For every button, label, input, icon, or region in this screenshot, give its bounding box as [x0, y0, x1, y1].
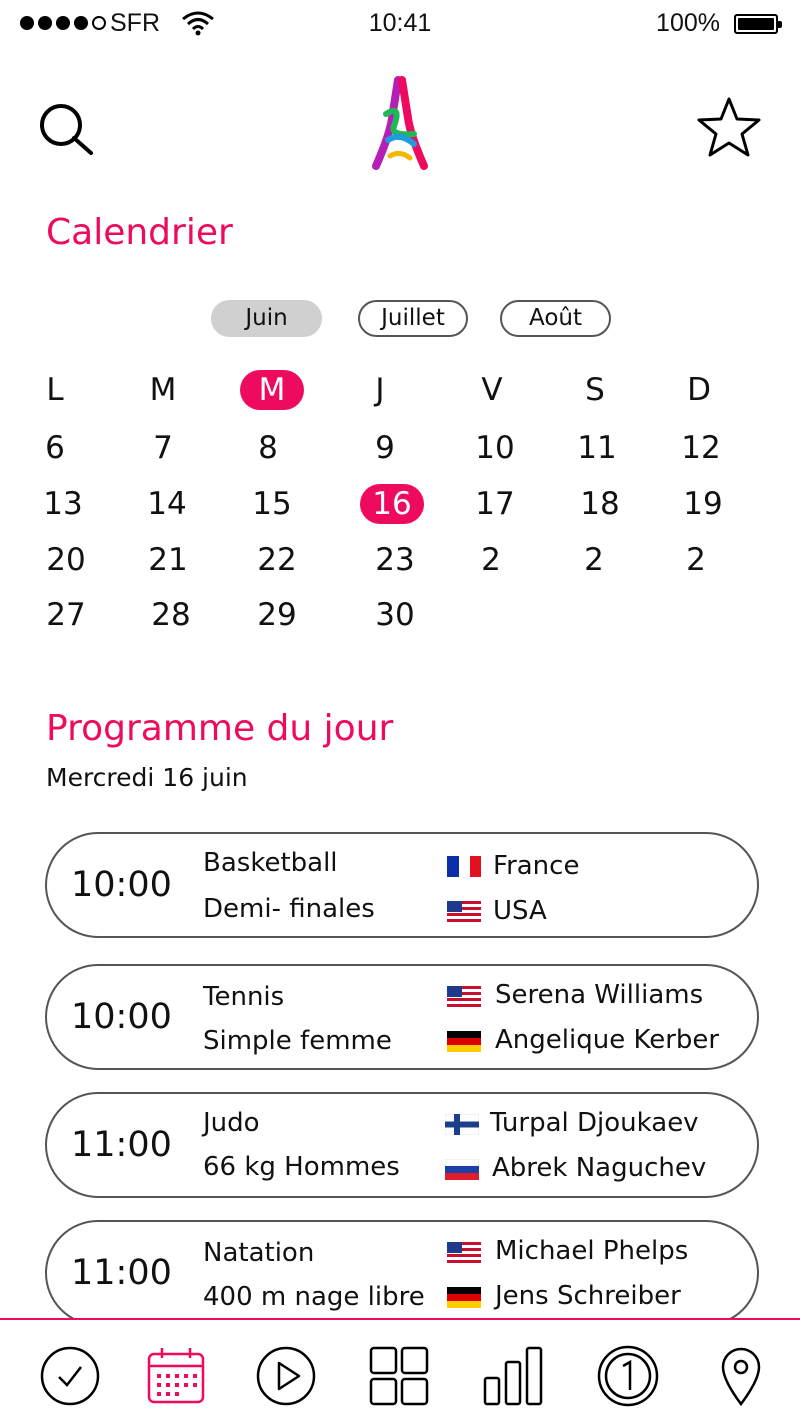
calendar-day[interactable]: 13	[28, 484, 98, 524]
grid-icon[interactable]	[367, 1344, 431, 1408]
usa-flag-icon	[447, 901, 481, 922]
weekday-label: D	[687, 372, 711, 408]
event-stage: 66 kg Hommes	[203, 1152, 400, 1182]
event-sport: Judo	[203, 1108, 260, 1138]
calendar-day[interactable]: 8	[233, 428, 303, 468]
event-stage: 400 m nage libre	[203, 1282, 425, 1312]
event-time: 10:00	[71, 997, 172, 1037]
month-tab-juillet[interactable]: Juillet	[358, 300, 468, 337]
event-sport: Basketball	[203, 848, 338, 878]
competitor-name: USA	[493, 896, 547, 926]
month-tab-aout[interactable]: Août	[500, 300, 611, 337]
calendar-day[interactable]: 17	[460, 484, 530, 524]
event-stage: Demi- finales	[203, 894, 375, 924]
calendar-day[interactable]: 2	[559, 540, 629, 580]
calendar-title: Calendrier	[46, 212, 233, 253]
event-time: 11:00	[71, 1253, 172, 1293]
competitor-name: Turpal Djoukaev	[490, 1108, 699, 1138]
battery-percentage: 100%	[656, 9, 720, 37]
germany-flag-icon	[447, 1031, 481, 1052]
programme-date: Mercredi 16 juin	[46, 763, 248, 792]
calendar-day[interactable]: 28	[136, 595, 206, 635]
calendar-day[interactable]: 7	[128, 428, 198, 468]
weekday-label: V	[481, 372, 503, 408]
calendar-day[interactable]: 18	[565, 484, 635, 524]
event-card[interactable]: 10:00 Basketball Demi- finales France US…	[45, 832, 759, 938]
check-icon[interactable]	[38, 1344, 102, 1408]
competitor-name: Michael Phelps	[495, 1236, 689, 1266]
event-time: 11:00	[71, 1125, 172, 1165]
usa-flag-icon	[447, 1242, 481, 1263]
weekday-label: J	[375, 372, 385, 408]
russia-flag-icon	[445, 1159, 479, 1180]
battery-icon	[734, 14, 782, 34]
calendar-day[interactable]: 27	[31, 595, 101, 635]
star-icon[interactable]	[696, 96, 762, 158]
competitor-name: Jens Schreiber	[495, 1281, 681, 1311]
calendar-day[interactable]: 12	[666, 428, 736, 468]
france-flag-icon	[447, 856, 481, 877]
event-sport: Tennis	[203, 982, 285, 1012]
weekday-label: M	[149, 372, 177, 408]
calendar-day[interactable]: 2	[456, 540, 526, 580]
event-card[interactable]: 10:00 Tennis Simple femme Serena William…	[45, 964, 759, 1070]
calendar-day[interactable]: 30	[360, 595, 430, 635]
competitor-name: Angelique Kerber	[495, 1025, 720, 1055]
calendar-icon[interactable]	[144, 1344, 208, 1408]
calendar-day[interactable]: 20	[31, 540, 101, 580]
calendar-day[interactable]: 2	[661, 540, 731, 580]
weekday-label: S	[585, 372, 605, 408]
calendar-day[interactable]: 15	[237, 484, 307, 524]
weekday-label-selected: M	[240, 370, 304, 410]
calendar-day[interactable]: 9	[350, 428, 420, 468]
competitor-name: Abrek Naguchev	[492, 1153, 707, 1183]
event-card[interactable]: 11:00 Judo 66 kg Hommes Turpal Djoukaev …	[45, 1092, 759, 1198]
location-icon[interactable]	[709, 1344, 773, 1408]
calendar-day[interactable]: 19	[668, 484, 738, 524]
paris-2024-logo	[372, 76, 428, 170]
germany-flag-icon	[447, 1287, 481, 1308]
event-time: 10:00	[71, 865, 172, 905]
competitor-name: Serena Williams	[495, 980, 704, 1010]
search-icon[interactable]	[36, 100, 96, 160]
calendar-day[interactable]: 11	[562, 428, 632, 468]
calendar-day[interactable]: 10	[460, 428, 530, 468]
medal-icon[interactable]	[596, 1344, 660, 1408]
programme-title: Programme du jour	[46, 708, 394, 749]
calendar-day[interactable]: 21	[133, 540, 203, 580]
month-tab-juin[interactable]: Juin	[211, 300, 322, 337]
calendar-day-selected[interactable]: 16	[360, 484, 424, 524]
weekday-label: L	[46, 372, 64, 408]
calendar-day[interactable]: 22	[242, 540, 312, 580]
event-stage: Simple femme	[203, 1026, 392, 1056]
calendar-day[interactable]: 14	[132, 484, 202, 524]
stats-icon[interactable]	[481, 1344, 545, 1408]
calendar-day[interactable]: 6	[20, 428, 90, 468]
status-bar: SFR 10:41 100%	[0, 0, 800, 46]
play-icon[interactable]	[254, 1344, 318, 1408]
event-card[interactable]: 11:00 Natation 400 m nage libre Michael …	[45, 1220, 759, 1326]
competitor-name: France	[493, 851, 580, 881]
calendar-day[interactable]: 29	[242, 595, 312, 635]
tab-bar	[0, 1318, 800, 1423]
usa-flag-icon	[447, 986, 481, 1007]
finland-flag-icon	[445, 1114, 479, 1135]
event-sport: Natation	[203, 1238, 315, 1268]
calendar-day[interactable]: 23	[360, 540, 430, 580]
